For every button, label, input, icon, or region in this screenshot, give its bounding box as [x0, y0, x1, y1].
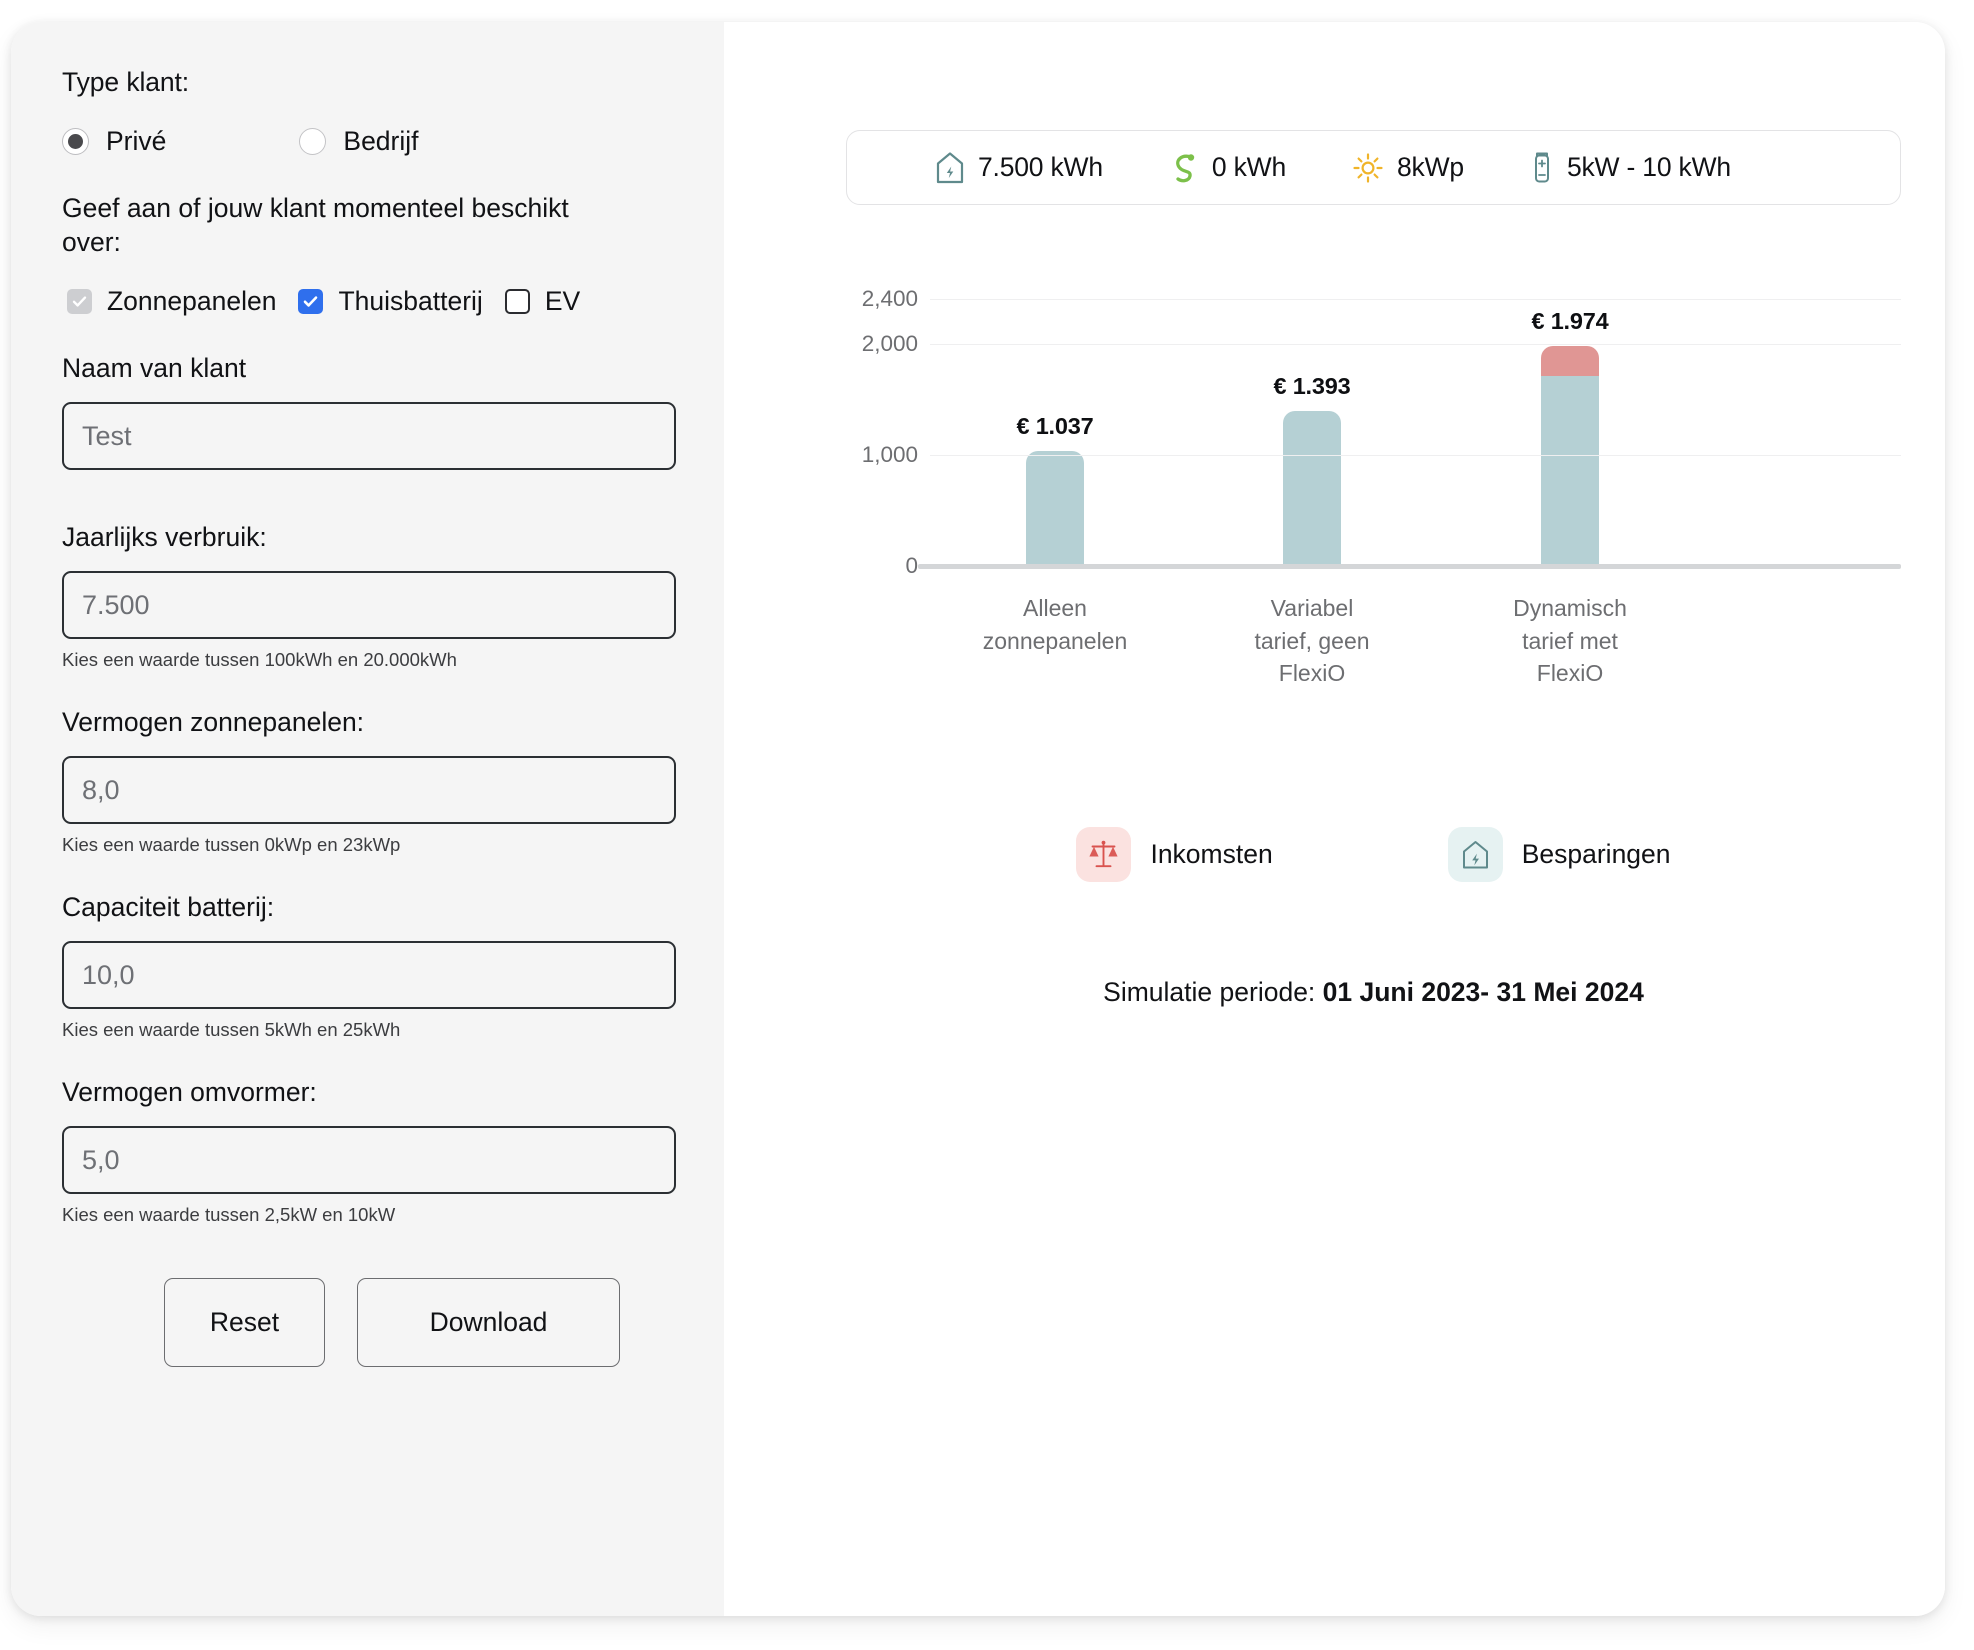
scales-icon: [1076, 827, 1132, 882]
legend-label-inkomsten: Inkomsten: [1150, 839, 1273, 869]
label-jaarlijks-verbruik: Jaarlijks verbruik:: [62, 522, 267, 553]
bar-value-label: € 1.393: [1273, 373, 1351, 400]
hint-vermogen-omvormer: Kies een waarde tussen 2,5kW en 10kW: [62, 1204, 396, 1226]
summary-value-batterij: 5kW - 10 kWh: [1566, 152, 1731, 182]
checkbox-zonnepanelen[interactable]: Zonnepanelen: [67, 286, 276, 317]
y-axis-tick-label: 2,400: [861, 286, 918, 311]
summary-bar: 7.500 kWh 0 kWh 8kWp 5kW - 10 kWh: [846, 130, 1901, 205]
chart-plot-area: € 1.037 Alleen zonnepanelen € 1.393 Variabe…: [918, 294, 1901, 686]
chart-gridline: [930, 299, 1901, 300]
bar-value-label: € 1.037: [1016, 412, 1094, 439]
radio-label-prive: Privé: [106, 125, 167, 156]
summary-item-batterij: 5kW - 10 kWh: [1530, 150, 1731, 186]
checkbox-thuisbatterij[interactable]: Thuisbatterij: [298, 286, 483, 317]
y-axis-tick-label: 1,000: [861, 441, 918, 467]
reset-button[interactable]: Reset: [164, 1278, 325, 1368]
summary-item-ev: 0 kWh: [1169, 151, 1286, 185]
chart-gridline: [930, 454, 1901, 456]
download-button[interactable]: Download: [357, 1278, 620, 1368]
checkmark-icon[interactable]: [67, 289, 92, 315]
input-form-panel: Type klant: Privé Bedrijf Geef aan of jo…: [11, 22, 724, 1616]
legend-label-besparingen: Besparingen: [1521, 839, 1671, 869]
legend-item-besparingen: Besparingen: [1447, 827, 1671, 882]
house-bolt-icon: [935, 151, 965, 185]
summary-value-zonnepanelen: 8kWp: [1397, 152, 1464, 182]
summary-item-verbruik: 7.500 kWh: [935, 151, 1103, 185]
label-naam-van-klant: Naam van klant: [62, 353, 247, 384]
bar-segment-besparingen: [1283, 411, 1341, 566]
checkbox-label-zonnepanelen: Zonnepanelen: [107, 286, 277, 317]
hint-jaarlijks-verbruik: Kies een waarde tussen 100kWh en 20.000k…: [62, 649, 457, 671]
hint-vermogen-zonnepanelen: Kies een waarde tussen 0kWp en 23kWp: [62, 834, 401, 856]
summary-value-ev: 0 kWh: [1211, 152, 1286, 182]
form-actions: Reset Download: [62, 1278, 676, 1368]
simulator-card: Type klant: Privé Bedrijf Geef aan of jo…: [11, 22, 1945, 1616]
radio-label-bedrijf: Bedrijf: [343, 125, 419, 156]
x-axis-category-label: Dynamisch tarief met FlexiO: [1513, 595, 1627, 687]
radio-dot-icon: [68, 133, 83, 149]
chart-y-axis: 0 1,000 2,000 2,400: [846, 286, 918, 624]
bar-segment-besparingen: [1026, 450, 1084, 566]
assets-question-label: Geef aan of jouw klant momenteel beschik…: [62, 192, 569, 258]
x-axis-category-label: Alleen zonnepanelen: [982, 595, 1128, 654]
radio-circle-icon[interactable]: [299, 127, 327, 155]
results-panel: 7.500 kWh 0 kWh 8kWp 5kW - 10 kWh 0 1,00…: [724, 22, 1945, 1616]
input-naam-van-klant[interactable]: [62, 402, 676, 471]
input-vermogen-omvormer[interactable]: [62, 1126, 676, 1195]
y-axis-tick-label: 0: [905, 553, 918, 578]
checkbox-label-ev: EV: [544, 286, 581, 317]
radio-circle-icon[interactable]: [62, 127, 89, 155]
legend-item-inkomsten: Inkomsten: [1076, 827, 1273, 882]
battery-icon: [1530, 150, 1554, 186]
summary-item-zonnepanelen: 8kWp: [1352, 151, 1464, 185]
checkmark-icon[interactable]: [298, 289, 324, 315]
bar-value-label: € 1.974: [1531, 308, 1609, 335]
input-capaciteit-batterij[interactable]: [62, 941, 676, 1010]
radio-option-bedrijf[interactable]: Bedrijf: [299, 125, 419, 157]
summary-value-verbruik: 7.500 kWh: [978, 152, 1103, 182]
simulation-period-end: 31 Mei 2024: [1496, 977, 1644, 1007]
app-root: Type klant: Privé Bedrijf Geef aan of jo…: [0, 0, 1974, 1650]
input-vermogen-zonnepanelen[interactable]: [62, 756, 676, 825]
label-vermogen-omvormer: Vermogen omvormer:: [62, 1077, 317, 1108]
customer-type-radio-group: Privé Bedrijf: [62, 126, 676, 157]
empty-checkbox-icon[interactable]: [504, 289, 530, 315]
chart-baseline: [918, 564, 1901, 569]
assets-checkbox-group: Zonnepanelen Thuisbatterij EV: [62, 286, 676, 317]
y-axis-tick-label: 2,000: [861, 330, 918, 356]
checkbox-ev[interactable]: EV: [504, 286, 581, 317]
bar-segment-inkomsten: [1541, 346, 1599, 377]
chart-gridline: [930, 343, 1901, 345]
chart-bar: [1026, 450, 1084, 566]
chart-legend: Inkomsten Besparingen: [846, 827, 1901, 882]
chart-bar: [1283, 411, 1341, 566]
simulation-period: Simulatie periode: 01 Juni 2023- 31 Mei …: [846, 977, 1901, 1008]
chart-bar: [1541, 346, 1599, 566]
input-jaarlijks-verbruik[interactable]: [62, 571, 676, 640]
ev-charger-cable-icon: [1169, 151, 1199, 185]
label-vermogen-zonnepanelen: Vermogen zonnepanelen:: [62, 707, 365, 738]
simulation-period-label: Simulatie periode:: [1103, 977, 1323, 1007]
hint-capaciteit-batterij: Kies een waarde tussen 5kWh en 25kWh: [62, 1019, 401, 1041]
checkbox-label-thuisbatterij: Thuisbatterij: [338, 286, 483, 317]
radio-option-prive[interactable]: Privé: [62, 126, 166, 157]
savings-bar-chart: 0 1,000 2,000 2,400 € 1.037 Alleen zonnepane…: [846, 286, 1901, 686]
label-capaciteit-batterij: Capaciteit batterij:: [62, 892, 275, 923]
sun-icon: [1352, 151, 1384, 185]
simulation-period-start: 01 Juni 2023-: [1322, 977, 1497, 1007]
house-bolt-icon: [1447, 827, 1503, 882]
customer-type-label: Type klant:: [62, 67, 190, 97]
bar-segment-besparingen: [1541, 376, 1599, 566]
x-axis-category-label: Variabel tarief, geen FlexiO: [1254, 595, 1370, 687]
